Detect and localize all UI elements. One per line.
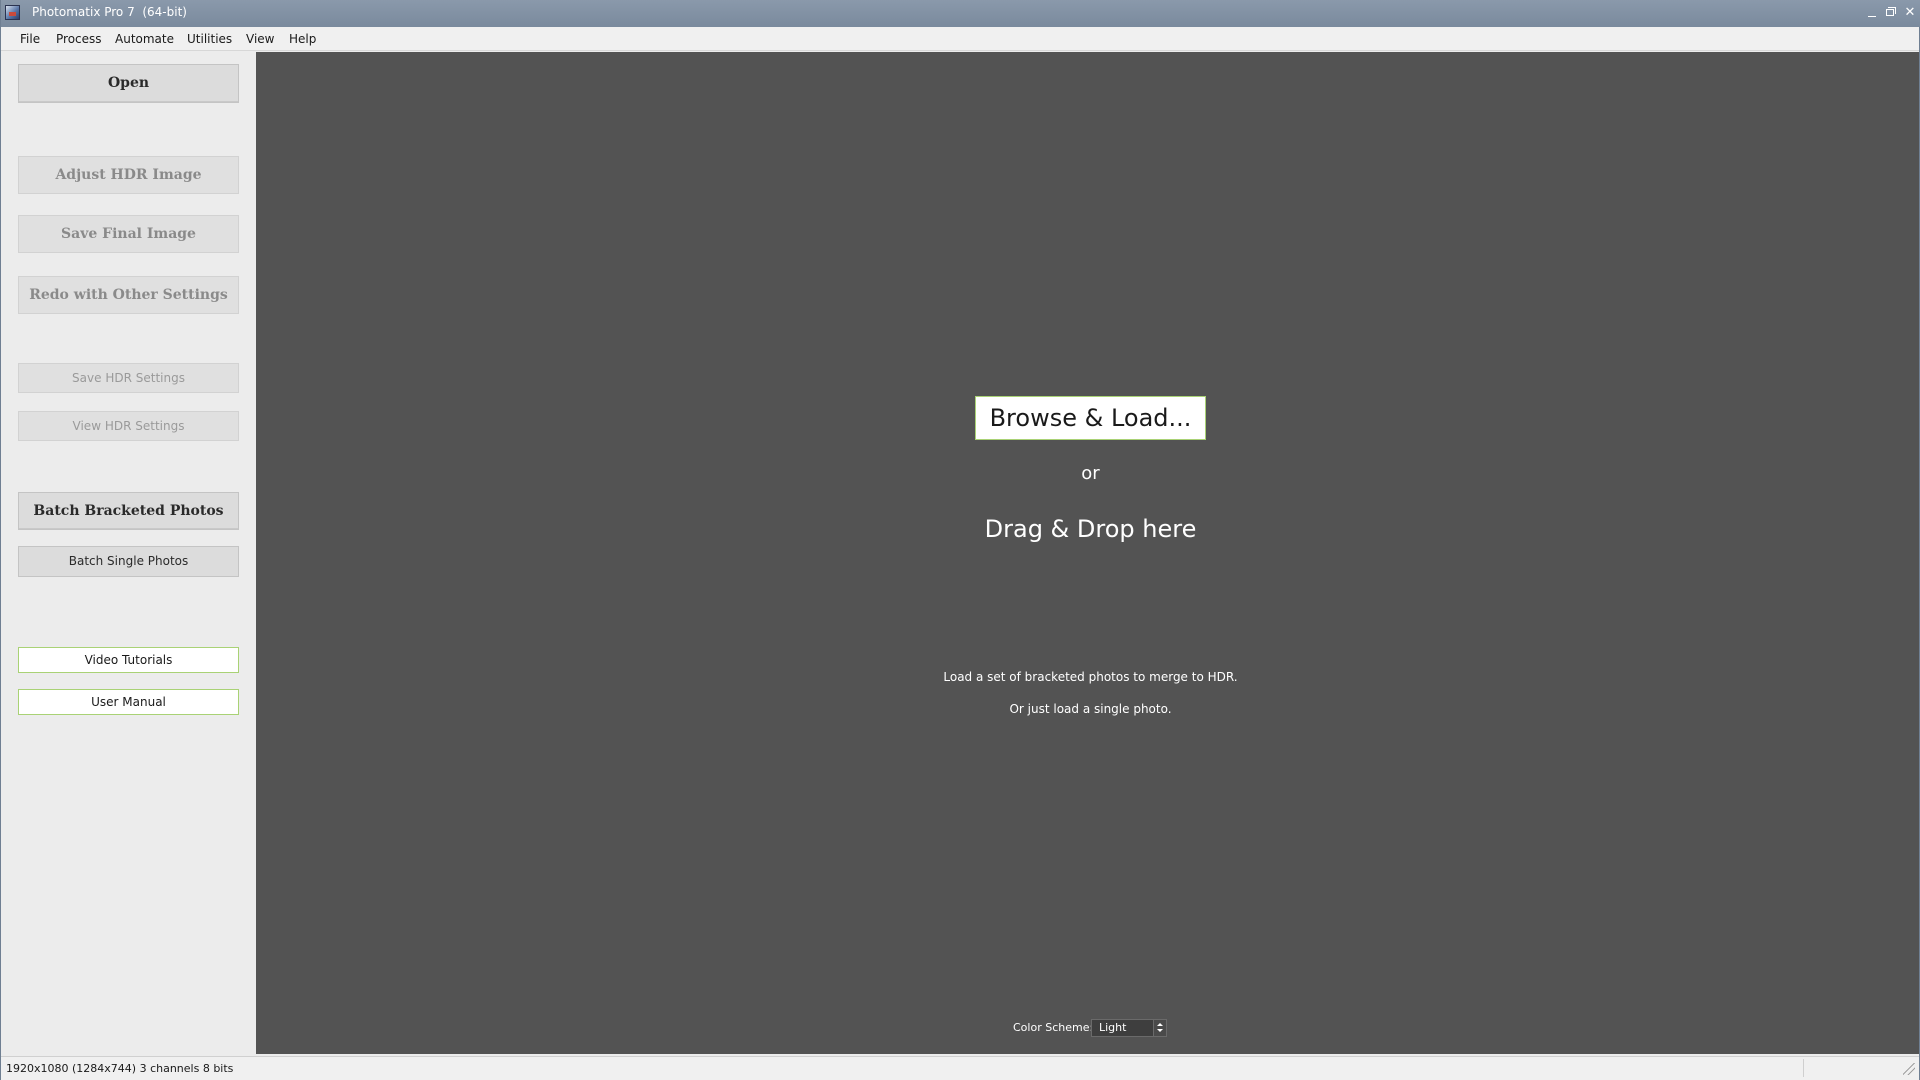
menu-utilities[interactable]: Utilities [187,32,232,46]
user-manual-button[interactable]: User Manual [18,689,239,715]
drag-drop-label: Drag & Drop here [984,515,1197,543]
color-scheme-select[interactable]: Light [1091,1019,1167,1037]
restore-button[interactable] [1882,4,1900,22]
view-hdr-settings-button[interactable]: View HDR Settings [18,411,239,441]
save-final-image-button[interactable]: Save Final Image [18,215,239,253]
video-tutorials-button[interactable]: Video Tutorials [18,647,239,673]
resize-grip-icon[interactable] [1903,1063,1915,1075]
restore-icon-front [1886,9,1894,16]
app-icon[interactable] [5,5,20,20]
menu-process[interactable]: Process [56,32,102,46]
drop-area[interactable]: Browse & Load... or Drag & Drop here Loa… [256,52,1919,1054]
redo-settings-button[interactable]: Redo with Other Settings [18,276,239,314]
title-bar[interactable]: Photomatix Pro 7 (64-bit) ✕ [1,0,1920,27]
batch-bracketed-photos-button[interactable]: Batch Bracketed Photos [18,492,239,530]
image-info: 1920x1080 (1284x744) 3 channels 8 bits [6,1062,234,1075]
status-panel [1803,1059,1898,1077]
open-button[interactable]: Open [18,64,239,103]
color-scheme-value: Light [1099,1021,1127,1034]
batch-single-photos-button[interactable]: Batch Single Photos [18,546,239,577]
menu-view[interactable]: View [246,32,274,46]
save-hdr-settings-button[interactable]: Save HDR Settings [18,363,239,393]
hint-single: Or just load a single photo. [1009,702,1172,716]
color-scheme-label: Color Scheme: [1013,1021,1094,1034]
hint-bracketed: Load a set of bracketed photos to merge … [943,670,1238,684]
sidebar: Open Adjust HDR Image Save Final Image R… [2,51,255,1054]
menu-help[interactable]: Help [289,32,316,46]
menu-automate[interactable]: Automate [115,32,174,46]
status-bar: 1920x1080 (1284x744) 3 channels 8 bits [1,1056,1919,1080]
close-button[interactable]: ✕ [1901,4,1919,22]
adjust-hdr-image-button[interactable]: Adjust HDR Image [18,156,239,194]
spinner-arrows-icon [1153,1020,1166,1036]
or-label: or [1081,463,1100,484]
minimize-button[interactable] [1863,4,1881,22]
app-window: Photomatix Pro 7 (64-bit) ✕ File Process… [0,0,1920,1080]
menu-file[interactable]: File [20,32,40,46]
minimize-icon [1868,16,1876,17]
menu-bar: File Process Automate Utilities View Hel… [1,27,1919,51]
browse-load-button[interactable]: Browse & Load... [975,396,1206,440]
window-title: Photomatix Pro 7 (64-bit) [32,5,187,19]
